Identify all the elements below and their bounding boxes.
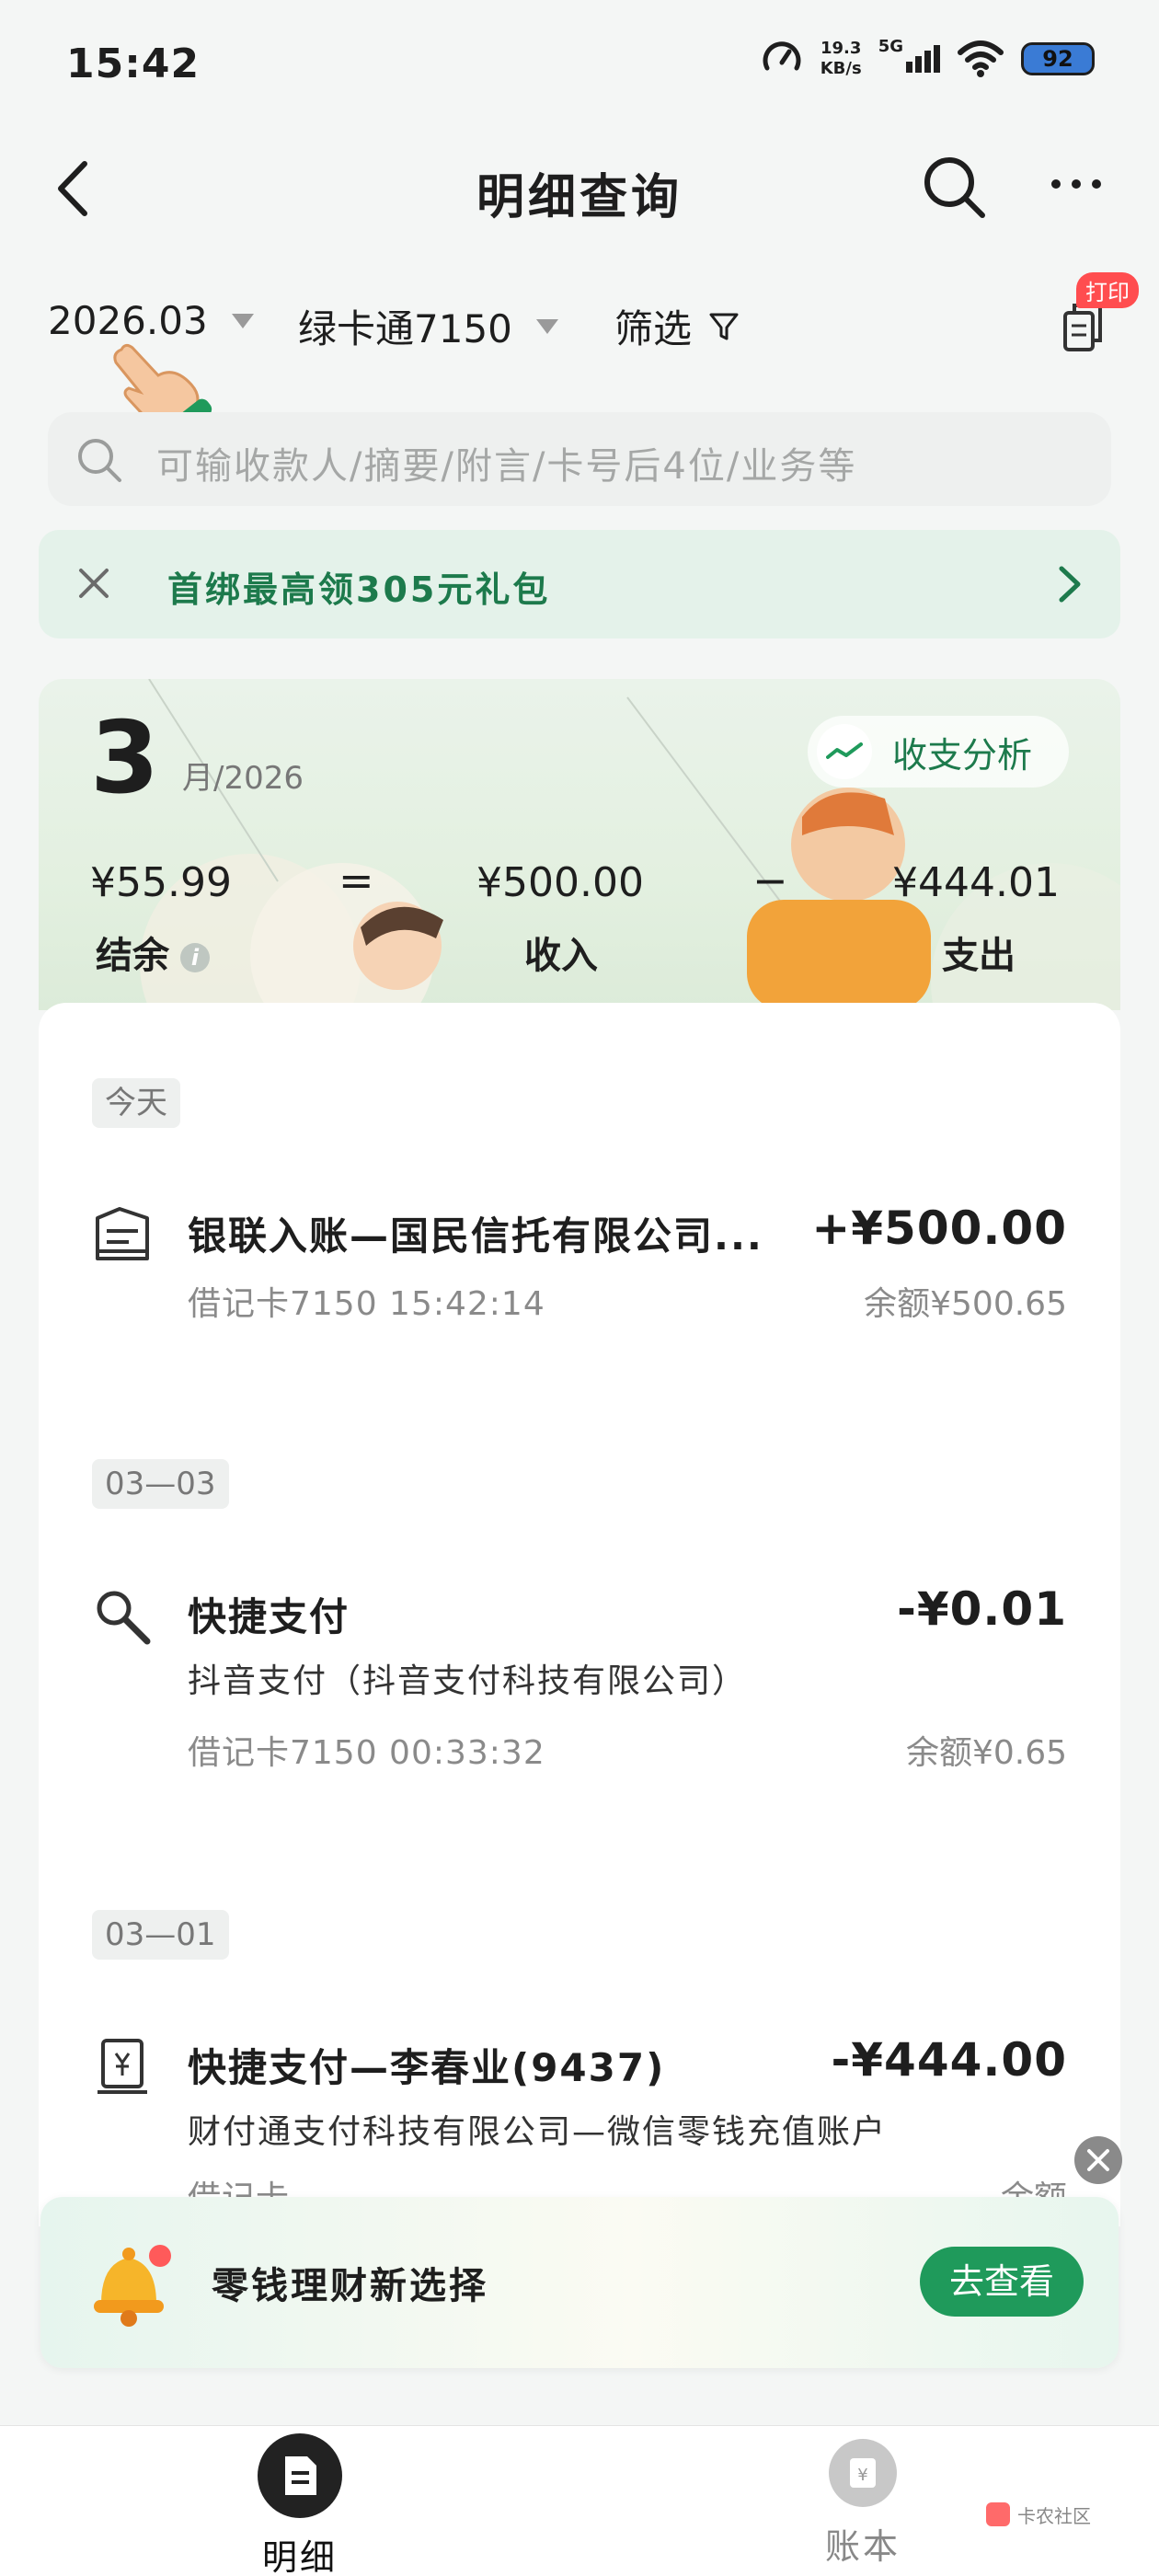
speedometer-icon — [763, 41, 801, 71]
chevron-right-icon — [1059, 566, 1081, 603]
transaction-meta: 借记卡7150 15:42:14 — [188, 1285, 545, 1323]
status-icons: 19.3 KB/s 5G 92 — [760, 37, 1095, 81]
view-button[interactable]: 去查看 — [920, 2247, 1084, 2317]
info-icon[interactable]: i — [180, 943, 210, 972]
date-header: 03—03 — [92, 1459, 229, 1509]
month-selector[interactable]: 2026.03 — [48, 298, 254, 343]
transaction-amount: -¥0.01 — [897, 1582, 1067, 1636]
battery-indicator: 92 — [1021, 42, 1095, 75]
summary-month: 3 — [90, 701, 160, 816]
transaction-name: 快捷支付—李春业(9437) — [188, 2045, 666, 2090]
receipt-icon — [96, 1207, 149, 1260]
income-amount: ¥500.00 — [476, 859, 644, 906]
dropdown-arrow-icon — [535, 318, 558, 334]
balance-label: 结余 i — [96, 926, 210, 979]
transaction-name: 银联入账—国民信托有限公司... — [188, 1213, 763, 1259]
balance-amount: ¥55.99 — [90, 859, 232, 906]
date-header: 03—01 — [92, 1910, 229, 1960]
status-bar: 15:42 19.3 KB/s 5G 92 — [0, 0, 1159, 129]
watermark-logo: 卡农社区 — [984, 2491, 1104, 2537]
finance-promo-card[interactable]: 零钱理财新选择 去查看 — [40, 2197, 1119, 2368]
transaction-amount: +¥500.00 — [811, 1202, 1067, 1255]
expense-amount: ¥444.01 — [892, 859, 1060, 906]
watermark-icon — [986, 2502, 1010, 2526]
income-analysis-button[interactable]: 收支分析 — [808, 716, 1069, 788]
transaction-amount: -¥444.00 — [831, 2033, 1067, 2087]
promo-close-button[interactable] — [1074, 2136, 1122, 2184]
wifi-icon — [958, 40, 1004, 77]
income-label: 收入 — [524, 935, 598, 977]
search-icon[interactable] — [920, 153, 990, 223]
expense-label: 支出 — [942, 935, 1016, 977]
tab-ledger[interactable]: ¥ 账本 — [771, 2439, 955, 2569]
transaction-balance: 余额¥0.65 — [905, 1734, 1067, 1772]
summary-year: 月/2026 — [182, 760, 304, 797]
card-selector[interactable]: 绿卡通7150 — [298, 298, 558, 354]
transaction-balance: 余额¥500.65 — [864, 1285, 1067, 1323]
promo-text: 首绑最高领305元礼包 — [167, 569, 551, 610]
payment-device-icon — [98, 2039, 147, 2094]
quick-pay-icon — [97, 1591, 151, 1645]
equals-sign: = — [339, 856, 374, 905]
cellular-signal-icon: 5G — [878, 37, 940, 73]
nav-header: 明细查询 — [0, 138, 1159, 239]
status-time: 15:42 — [66, 40, 201, 87]
more-icon[interactable] — [1049, 175, 1104, 193]
print-badge: 打印 — [1076, 272, 1139, 308]
date-header: 今天 — [92, 1078, 180, 1128]
network-speed: 19.3 KB/s — [820, 39, 862, 78]
svg-text:¥: ¥ — [857, 2466, 867, 2485]
transaction-merchant: 抖音支付（抖音支付科技有限公司） — [188, 1662, 748, 1700]
transaction-list: 今天 银联入账—国民信托有限公司... +¥500.00 借记卡7150 15:… — [39, 1003, 1120, 2226]
transaction-name: 快捷支付 — [188, 1594, 350, 1639]
dropdown-arrow-icon — [231, 313, 254, 328]
monthly-summary-card: 3 月/2026 收支分析 ¥55.99 = ¥500.00 − ¥444.01… — [39, 679, 1120, 1010]
transaction-merchant: 财付通支付科技有限公司—微信零钱充值账户 — [188, 2113, 888, 2151]
ledger-icon: ¥ — [829, 2439, 897, 2507]
tab-details[interactable]: 明细 — [208, 2433, 392, 2576]
filter-button[interactable]: 筛选 — [614, 298, 740, 354]
print-button[interactable]: 打印 — [1041, 272, 1139, 357]
document-list-icon — [258, 2433, 342, 2518]
search-icon — [78, 439, 121, 482]
finance-promo-text: 零钱理财新选择 — [212, 2265, 488, 2307]
transaction-meta: 借记卡7150 00:33:32 — [188, 1734, 545, 1772]
filter-funnel-icon — [709, 313, 739, 339]
trend-chart-icon — [817, 724, 872, 779]
promo-banner[interactable]: 首绑最高领305元礼包 — [39, 530, 1120, 638]
bell-icon — [94, 2245, 171, 2327]
close-icon — [1087, 2149, 1109, 2171]
minus-sign: − — [752, 856, 788, 905]
search-placeholder: 可输收款人/摘要/附言/卡号后4位/业务等 — [156, 445, 857, 488]
close-icon[interactable] — [72, 561, 116, 605]
search-input[interactable]: 可输收款人/摘要/附言/卡号后4位/业务等 — [48, 412, 1111, 506]
